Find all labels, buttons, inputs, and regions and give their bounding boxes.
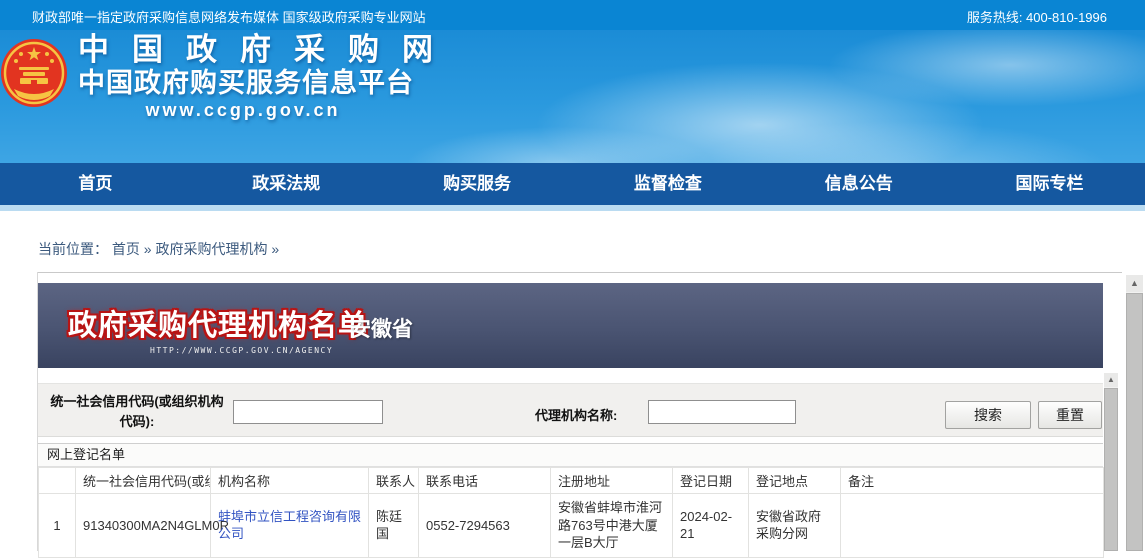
col-header-remark: 备注 — [841, 468, 1104, 494]
nav-item-supervision[interactable]: 监督检查 — [572, 163, 763, 205]
inner-scroll-up-button[interactable]: ▲ — [1104, 373, 1118, 387]
cell-register-date: 2024-02-21 — [673, 494, 749, 558]
site-slogan: 财政部唯一指定政府采购信息网络发布媒体 国家级政府采购专业网站 — [32, 7, 426, 26]
cell-credit-code: 91340300MA2N4GLM0R — [76, 494, 211, 558]
site-url: www.ccgp.gov.cn — [78, 99, 408, 122]
col-header-register-date: 登记日期 — [673, 468, 749, 494]
scroll-up-icon: ▲ — [1107, 375, 1115, 384]
site-name: 中国政府采购网 — [78, 32, 438, 68]
main-nav: 首页 政采法规 购买服务 监督检查 信息公告 国际专栏 — [0, 163, 1145, 205]
breadcrumb-section-link[interactable]: 政府采购代理机构 — [155, 241, 267, 257]
site-logo[interactable]: 中国政府采购网 中国政府购买服务信息平台 www.ccgp.gov.cn — [0, 30, 470, 135]
breadcrumb-separator: » — [144, 241, 152, 257]
reset-button[interactable]: 重置 — [1038, 401, 1102, 429]
banner-province: 安徽省 — [350, 313, 413, 343]
agency-table: 统一社会信用代码(或组织 机构名称 联系人 联系电话 注册地址 登记日期 登记地… — [38, 467, 1104, 558]
col-header-credit-code: 统一社会信用代码(或组织 — [76, 468, 211, 494]
col-header-index — [39, 468, 76, 494]
col-header-contact-phone: 联系电话 — [419, 468, 551, 494]
banner-url-caption: HTTP://WWW.CCGP.GOV.CN/AGENCY — [150, 346, 333, 355]
scroll-up-icon: ▲ — [1130, 278, 1139, 288]
col-header-agency-name: 机构名称 — [211, 468, 369, 494]
outer-scroll-up-button[interactable]: ▲ — [1126, 275, 1143, 292]
agency-list-banner: 政府采购代理机构名单 安徽省 HTTP://WWW.CCGP.GOV.CN/AG… — [38, 283, 1103, 368]
nav-item-international[interactable]: 国际专栏 — [954, 163, 1145, 205]
cell-registered-address: 安徽省蚌埠市淮河路763号中港大厦一层B大厅 — [551, 494, 673, 558]
cell-contact-phone: 0552-7294563 — [419, 494, 551, 558]
platform-name: 中国政府购买服务信息平台 — [78, 68, 438, 99]
col-header-contact-person: 联系人 — [369, 468, 419, 494]
breadcrumb-home-link[interactable]: 首页 — [112, 241, 140, 257]
inner-scrollbar-thumb[interactable] — [1104, 388, 1118, 551]
search-button[interactable]: 搜索 — [945, 401, 1031, 429]
agency-name-input[interactable] — [648, 400, 796, 424]
nav-item-home[interactable]: 首页 — [0, 163, 191, 205]
outer-scrollbar[interactable]: ▲ — [1126, 275, 1143, 551]
credit-code-label: 统一社会信用代码(或组织机构代码): — [44, 392, 230, 432]
col-header-register-place: 登记地点 — [749, 468, 841, 494]
credit-code-input[interactable] — [233, 400, 383, 424]
nav-item-announcements[interactable]: 信息公告 — [763, 163, 954, 205]
nav-bottom-strip — [0, 205, 1145, 211]
table-header-row: 统一社会信用代码(或组织 机构名称 联系人 联系电话 注册地址 登记日期 登记地… — [39, 468, 1104, 494]
cell-remark — [841, 494, 1104, 558]
agency-name-link[interactable]: 蚌埠市立信工程咨询有限公司 — [218, 509, 361, 542]
table-row: 1 91340300MA2N4GLM0R 蚌埠市立信工程咨询有限公司 陈廷国 0… — [39, 494, 1104, 558]
panel-top-divider — [38, 272, 1122, 273]
header-banner: 中国政府采购网 中国政府购买服务信息平台 www.ccgp.gov.cn — [0, 30, 1145, 163]
inner-scrollbar[interactable]: ▲ — [1104, 373, 1118, 551]
banner-title: 政府采购代理机构名单 — [68, 302, 368, 344]
top-bar: 财政部唯一指定政府采购信息网络发布媒体 国家级政府采购专业网站 服务热线: 40… — [0, 0, 1145, 30]
logo-text: 中国政府采购网 中国政府购买服务信息平台 www.ccgp.gov.cn — [78, 32, 438, 122]
breadcrumb-prefix: 当前位置： — [38, 241, 108, 257]
list-section-title: 网上登记名单 — [38, 443, 1103, 467]
agency-name-label: 代理机构名称: — [535, 405, 617, 424]
search-form: 统一社会信用代码(或组织机构代码): 代理机构名称: 搜索 重置 — [38, 383, 1103, 437]
breadcrumb: 当前位置： 首页 » 政府采购代理机构 » — [38, 239, 279, 259]
service-hotline: 服务热线: 400-810-1996 — [967, 7, 1107, 26]
cell-register-place: 安徽省政府采购分网 — [749, 494, 841, 558]
col-header-registered-address: 注册地址 — [551, 468, 673, 494]
outer-scrollbar-thumb[interactable] — [1126, 293, 1143, 551]
breadcrumb-trailing-separator: » — [271, 241, 279, 257]
cell-index: 1 — [39, 494, 76, 558]
nav-item-purchase-services[interactable]: 购买服务 — [382, 163, 573, 205]
nav-item-regulations[interactable]: 政采法规 — [191, 163, 382, 205]
national-emblem-icon — [0, 38, 68, 110]
cell-contact-person: 陈廷国 — [369, 494, 419, 558]
